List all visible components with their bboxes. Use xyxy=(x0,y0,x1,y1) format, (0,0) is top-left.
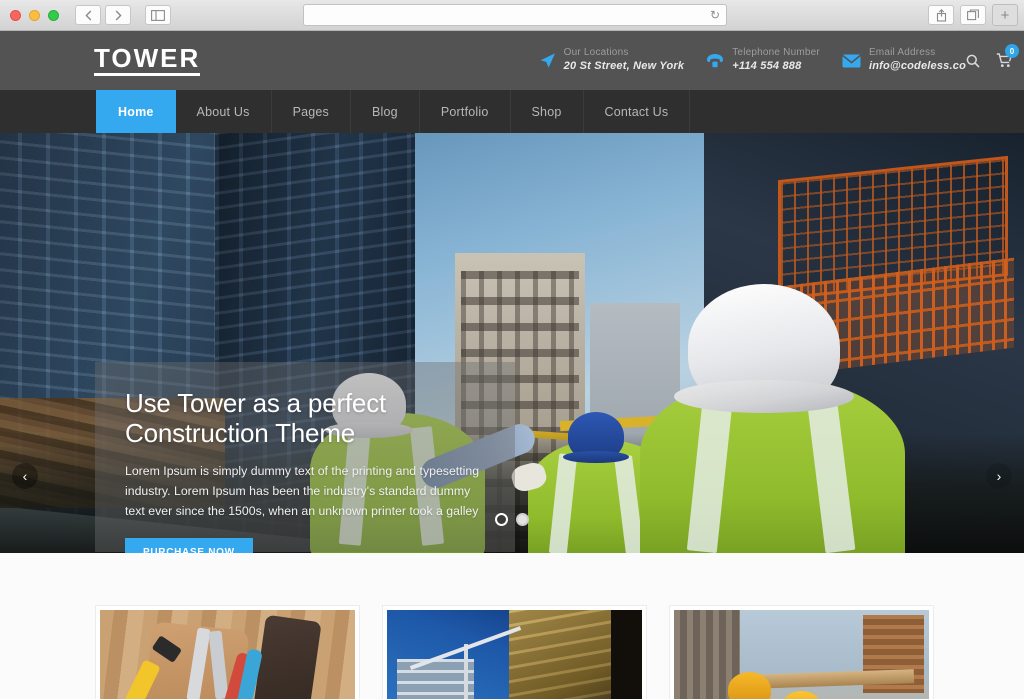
mail-icon xyxy=(841,54,861,68)
nav-item-contact-us[interactable]: Contact Us xyxy=(584,90,691,133)
nav-item-about-us[interactable]: About Us xyxy=(176,90,272,133)
slider-dot-1[interactable] xyxy=(495,513,508,526)
search-icon xyxy=(966,54,980,68)
slider-next-button[interactable]: › xyxy=(986,463,1012,489)
header-action-icons: 0 xyxy=(966,31,1019,90)
tools-photo xyxy=(100,610,355,699)
hammer-handle xyxy=(108,659,161,699)
cards-row xyxy=(0,605,1024,699)
sidebar-toggle-button[interactable] xyxy=(145,5,171,25)
worker-right xyxy=(640,278,910,553)
nav-item-pages[interactable]: Pages xyxy=(272,90,352,133)
chevron-right-icon xyxy=(115,10,122,20)
reload-icon[interactable]: ↻ xyxy=(710,9,720,21)
window-controls xyxy=(10,9,59,21)
card-crane-image xyxy=(387,610,642,699)
browser-nav-buttons xyxy=(75,5,131,25)
hero-slider: Use Tower as a perfect Construction Them… xyxy=(0,133,1024,553)
hero-title: Use Tower as a perfect Construction Them… xyxy=(125,388,487,448)
card-workers-image xyxy=(674,610,929,699)
new-tab-button[interactable]: + xyxy=(992,4,1018,26)
chevron-left-icon xyxy=(84,10,91,20)
contact-telephone-label: Telephone Number xyxy=(732,47,820,59)
address-bar[interactable]: ↻ xyxy=(303,4,727,26)
cart-count-badge: 0 xyxy=(1005,44,1019,58)
card-tools-image xyxy=(100,610,355,699)
crane-mast xyxy=(463,643,468,699)
purchase-now-button[interactable]: PURCHASE NOW xyxy=(125,538,253,553)
sidebar-icon xyxy=(151,9,165,21)
card-tools[interactable] xyxy=(95,605,360,699)
site-logo[interactable]: TOWER xyxy=(94,45,201,76)
wrench-1 xyxy=(186,627,211,699)
cart-button[interactable]: 0 xyxy=(996,44,1019,68)
contact-email-label: Email Address xyxy=(868,47,936,59)
back-button[interactable] xyxy=(75,5,101,25)
contact-email-value: info@codeless.co xyxy=(868,59,966,72)
phone-icon xyxy=(706,53,724,68)
hero-title-line-1: Use Tower as a perfect xyxy=(125,388,387,418)
tabs-icon xyxy=(967,9,979,21)
forward-button[interactable] xyxy=(105,5,131,25)
white-hard-hat xyxy=(688,284,840,410)
share-icon xyxy=(936,8,946,22)
contact-telephone-value: +114 554 888 xyxy=(732,59,802,72)
glass-facade xyxy=(509,610,627,699)
slider-dot-2[interactable] xyxy=(516,513,529,526)
hammer-head xyxy=(151,635,182,663)
yellow-hard-hat-1 xyxy=(727,672,771,699)
address-bar-container: ↻ xyxy=(303,4,727,26)
card-crane[interactable] xyxy=(382,605,647,699)
dark-edge xyxy=(611,610,642,699)
nav-item-blog[interactable]: Blog xyxy=(351,90,420,133)
contact-telephone[interactable]: Telephone Number +114 554 888 xyxy=(706,47,820,73)
contact-email[interactable]: Email Address info@codeless.co xyxy=(841,47,966,73)
nav-item-shop[interactable]: Shop xyxy=(511,90,584,133)
main-navigation: Home About Us Pages Blog Portfolio Shop … xyxy=(0,90,1024,133)
wrench-2 xyxy=(208,630,229,699)
slider-pagination xyxy=(0,513,1024,526)
workers-photo xyxy=(674,610,929,699)
search-button[interactable] xyxy=(966,54,980,68)
nav-item-portfolio[interactable]: Portfolio xyxy=(420,90,511,133)
blue-hard-hat xyxy=(568,412,624,460)
contact-locations[interactable]: Our Locations 20 St Street, New York xyxy=(539,47,685,73)
contact-locations-label: Our Locations xyxy=(563,47,629,59)
header-contact-group: Our Locations 20 St Street, New York Tel… xyxy=(539,31,966,90)
site-header: TOWER Our Locations 20 St Street, New Yo… xyxy=(0,31,1024,90)
browser-toolbar-right: + xyxy=(928,4,1018,26)
nav-item-home[interactable]: Home xyxy=(96,90,176,133)
crane-photo xyxy=(387,610,642,699)
slider-prev-button[interactable]: ‹ xyxy=(12,463,38,489)
yellow-hard-hat-2 xyxy=(781,690,822,699)
minimize-window-button[interactable] xyxy=(29,9,40,21)
hero-title-line-2: Construction Theme xyxy=(125,418,356,449)
share-button[interactable] xyxy=(928,5,954,25)
featured-cards-section xyxy=(0,553,1024,699)
show-tabs-button[interactable] xyxy=(960,5,986,25)
card-workers[interactable] xyxy=(669,605,934,699)
close-window-button[interactable] xyxy=(10,9,21,21)
browser-chrome: ↻ + xyxy=(0,0,1024,31)
maximize-window-button[interactable] xyxy=(48,9,59,21)
location-icon xyxy=(539,52,556,69)
contact-locations-value: 20 St Street, New York xyxy=(563,59,685,72)
